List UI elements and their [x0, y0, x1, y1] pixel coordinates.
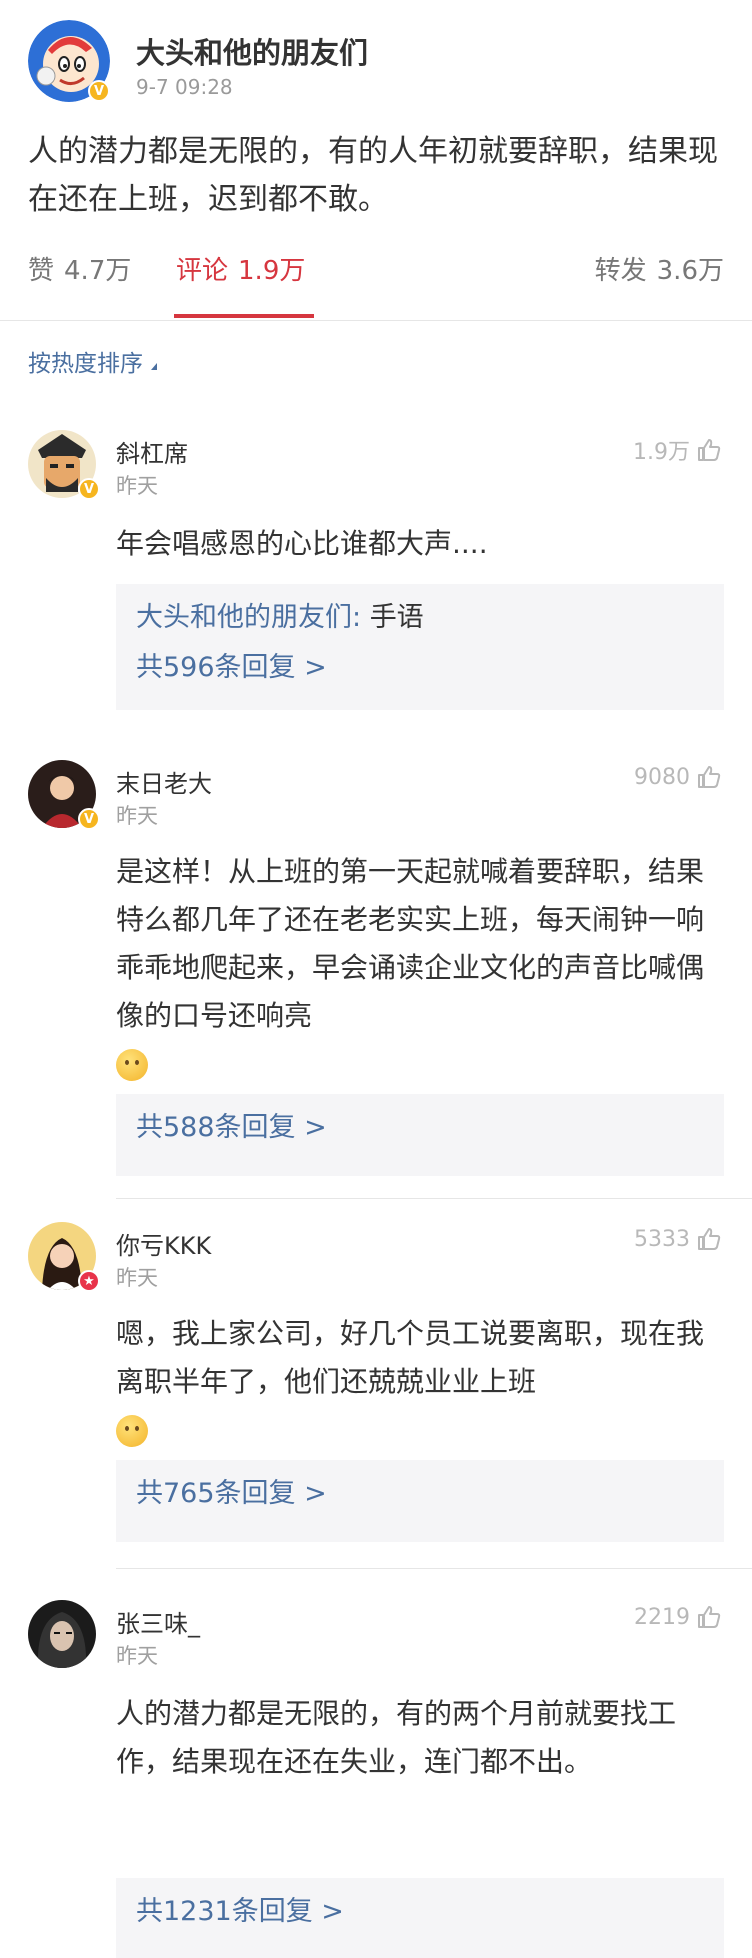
comment-text: 嗯，我上家公司，好几个员工说要离职，现在我离职半年了，他们还兢兢业业上班 [116, 1310, 716, 1454]
active-tab-indicator [174, 314, 314, 318]
reposts-stat[interactable]: 转发 3.6万 [595, 250, 724, 287]
sort-label: 按热度排序 [28, 351, 143, 377]
comment-text-content: 是这样！从上班的第一天起就喊着要辞职，结果特么都几年了还在老老实实上班，每天闹钟… [116, 855, 705, 1032]
comment-like-count: 5333 [634, 1226, 690, 1252]
sort-by-hot-button[interactable]: 按热度排序 [28, 344, 157, 378]
likes-stat[interactable]: 赞 4.7万 [28, 250, 131, 287]
comment-like-count: 9080 [634, 764, 690, 790]
blushing-emoji-icon [116, 1415, 148, 1447]
header-divider [0, 320, 752, 321]
comment-time: 昨天 [116, 804, 158, 828]
likes-label: 赞 [28, 256, 55, 286]
view-replies-link[interactable]: 共1231条回复 > [136, 1894, 704, 1930]
post-timestamp: 9-7 09:28 [136, 75, 233, 99]
reply-box[interactable]: 共1231条回复 > [116, 1878, 724, 1958]
view-replies-link[interactable]: 共596条回复 > [136, 650, 704, 686]
post-author-name[interactable]: 大头和他的朋友们 [136, 30, 368, 72]
reply-preview-colon: : [352, 602, 370, 633]
comment-divider [116, 1568, 752, 1569]
thumbs-up-icon [698, 1228, 721, 1250]
comment-text-content: 嗯，我上家公司，好几个员工说要离职，现在我离职半年了，他们还兢兢业业上班 [116, 1317, 705, 1398]
likes-count: 4.7万 [64, 256, 132, 286]
reply-preview[interactable]: 大头和他的朋友们: 手语 [136, 600, 704, 636]
reposts-label: 转发 [594, 256, 647, 286]
comment-like-button[interactable]: 5333 [634, 1226, 722, 1252]
comment-like-button[interactable]: 1.9万 [633, 434, 722, 466]
reply-box[interactable]: 共765条回复 > [116, 1460, 724, 1542]
comments-tab[interactable]: 评论 1.9万 [176, 250, 305, 287]
comment-text: 年会唱感恩的心比谁都大声.... [116, 527, 488, 560]
verified-badge-icon: V [78, 478, 100, 500]
comment-time: 昨天 [116, 1266, 158, 1290]
commenter-name[interactable]: 张三味_ [116, 1604, 200, 1639]
post-body-text: 人的潜力都是无限的，有的人年初就要辞职，结果现在还在上班，迟到都不敢。 [28, 134, 718, 217]
thumbs-up-icon [698, 439, 721, 461]
illustrated-face-avatar-icon [28, 1600, 96, 1668]
weibo-post: V 大头和他的朋友们 9-7 09:28 人的潜力都是无限的，有的人年初就要辞职… [0, 0, 752, 321]
member-badge-icon: ★ [78, 1270, 100, 1292]
comment-like-button[interactable]: 9080 [634, 764, 722, 790]
comments-count: 1.9万 [238, 256, 306, 286]
reply-box[interactable]: 大头和他的朋友们: 手语 共596条回复 > [116, 584, 724, 710]
reposts-count: 3.6万 [656, 256, 724, 286]
view-replies-link[interactable]: 共588条回复 > [136, 1110, 704, 1146]
commenter-name[interactable]: 你亏KKK [116, 1226, 211, 1261]
commenter-name[interactable]: 末日老大 [116, 764, 212, 799]
comment-text: 人的潜力都是无限的，有的两个月前就要找工作，结果现在还在失业，连门都不出。 [116, 1697, 677, 1778]
thumbs-up-icon [698, 1606, 721, 1628]
comment-text: 是这样！从上班的第一天起就喊着要辞职，结果特么都几年了还在老老实实上班，每天闹钟… [116, 848, 716, 1088]
thumbs-up-icon [698, 766, 721, 788]
comment-divider [116, 1198, 752, 1199]
caret-down-icon [151, 362, 157, 370]
reply-box[interactable]: 共588条回复 > [116, 1094, 724, 1176]
comment-like-count: 2219 [634, 1604, 690, 1630]
view-replies-link[interactable]: 共765条回复 > [136, 1476, 704, 1512]
reply-preview-text: 手语 [369, 602, 424, 633]
commenter-avatar[interactable] [28, 1600, 96, 1668]
thinking-emoji-icon [116, 1049, 148, 1081]
verified-badge-icon: V [78, 808, 100, 830]
comments-label: 评论 [176, 256, 229, 286]
commenter-name[interactable]: 斜杠席 [116, 434, 188, 469]
reply-preview-user[interactable]: 大头和他的朋友们 [136, 602, 352, 633]
comment-like-count: 1.9万 [633, 440, 690, 465]
verified-badge-icon: V [88, 80, 110, 102]
comment-time: 昨天 [116, 474, 158, 498]
comment-like-button[interactable]: 2219 [634, 1604, 722, 1630]
comment-time: 昨天 [116, 1644, 158, 1668]
